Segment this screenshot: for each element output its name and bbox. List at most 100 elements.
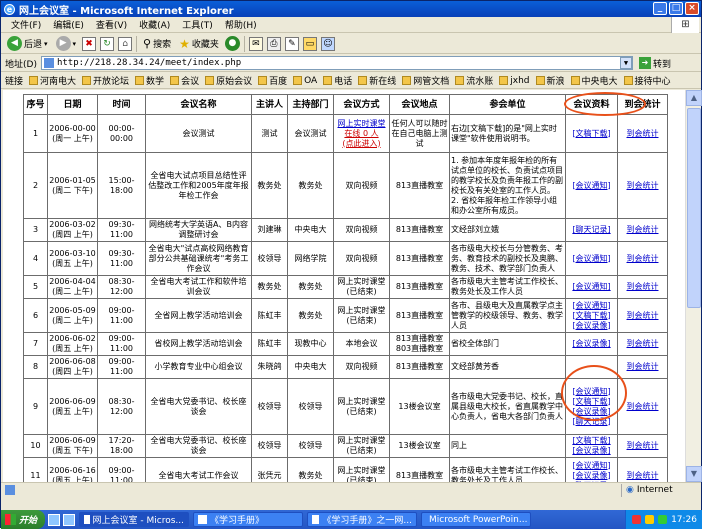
row-units: 同上 (449, 434, 566, 458)
row-stat: 到会统计 (617, 298, 668, 333)
row-speaker: 校领导 (251, 378, 288, 435)
row-units: 各市级电大主管考试工作校长、教务处长及工作人员 (449, 457, 566, 482)
search-button[interactable]: ⚲ 搜索 (141, 37, 173, 50)
start-button[interactable]: 开始 (1, 510, 46, 529)
scroll-up-icon[interactable]: ▲ (686, 90, 702, 106)
link-item[interactable]: 开放论坛 (82, 74, 129, 87)
home-icon[interactable]: ⌂ (118, 36, 133, 51)
live-class-link[interactable]: 网上实时课堂 (335, 119, 388, 129)
edit-icon[interactable]: ✎ (284, 36, 299, 51)
enter-live-link[interactable]: 在线 0 人 (335, 129, 388, 139)
doc-link[interactable]: [会议录像] (567, 339, 616, 349)
taskbar-item[interactable]: Microsoft PowerPoin... (421, 512, 532, 527)
attendance-stat-link[interactable]: 到会统计 (627, 129, 659, 138)
attendance-stat-link[interactable]: 到会统计 (627, 282, 659, 291)
enter-live-link[interactable]: (点此进入) (335, 139, 388, 149)
link-item[interactable]: 电话 (323, 74, 352, 87)
menu-file[interactable]: 文件(F) (5, 18, 47, 31)
row-docs: [聊天记录] (565, 218, 618, 242)
link-item[interactable]: 数学 (135, 74, 164, 87)
link-item[interactable]: 流水账 (455, 74, 493, 87)
doc-link[interactable]: [文稿下载] (567, 311, 616, 321)
doc-link[interactable]: [会议录像] (567, 446, 616, 456)
doc-link[interactable]: [会议通知] (567, 301, 616, 311)
doc-link[interactable]: [会议通知] (567, 282, 616, 292)
link-item[interactable]: OA (293, 76, 317, 86)
menu-bar: 文件(F) 编辑(E) 查看(V) 收藏(A) 工具(T) 帮助(H) (1, 17, 701, 33)
minimize-button[interactable]: _ (653, 2, 667, 15)
doc-link[interactable]: [会议通知] (567, 461, 616, 471)
doc-link[interactable]: [会议通知] (567, 254, 616, 264)
link-item[interactable]: 原始会议 (205, 74, 252, 87)
go-button[interactable]: ➜ 转到 (638, 57, 671, 70)
mail-icon[interactable]: ✉ (248, 36, 263, 51)
stop-icon[interactable]: ✖ (82, 36, 97, 51)
doc-link[interactable]: [会议录像] (567, 321, 616, 331)
link-item[interactable]: 百度 (258, 74, 287, 87)
clock: 17:26 (671, 514, 697, 525)
doc-link[interactable]: [聊天记录] (567, 225, 616, 235)
link-item[interactable]: 接待中心 (623, 74, 671, 87)
row-date: 2006-03-02 (周四 上午) (47, 218, 98, 242)
vertical-scrollbar[interactable]: ▲ ▼ (685, 90, 702, 482)
link-item[interactable]: 新在线 (358, 74, 396, 87)
link-item[interactable]: 会议 (170, 74, 199, 87)
favorites-button[interactable]: ★ 收藏夹 (177, 37, 221, 51)
quicklaunch-icon[interactable] (48, 513, 61, 526)
row-date: 2006-00-00 (周一 上午) (47, 114, 98, 153)
attendance-stat-link[interactable]: 到会统计 (627, 402, 659, 411)
row-docs: [会议录像] (565, 332, 618, 356)
address-input[interactable]: http://218.28.34.24/meet/index.php ▼ (40, 56, 633, 70)
taskbar-item[interactable]: 《学习手册》之一网... (307, 512, 418, 527)
attendance-stat-link[interactable]: 到会统计 (627, 311, 659, 320)
row-time: 09:00-11:00 (97, 457, 146, 482)
close-button[interactable]: × (685, 2, 699, 15)
link-item[interactable]: 网管文档 (402, 74, 449, 87)
row-units: 文经部刘立娥 (449, 218, 566, 242)
doc-link[interactable]: [会议录像] (567, 471, 616, 481)
star-icon: ★ (179, 36, 190, 51)
row-dept: 现教中心 (287, 332, 334, 356)
attendance-stat-link[interactable]: 到会统计 (627, 254, 659, 263)
link-item[interactable]: 河南电大 (29, 74, 76, 87)
menu-favorites[interactable]: 收藏(A) (133, 18, 176, 31)
attendance-stat-link[interactable]: 到会统计 (627, 225, 659, 234)
doc-link[interactable]: [文稿下载] (567, 436, 616, 446)
row-mode: 网上实时课堂 (已结束) (333, 298, 390, 333)
attendance-stat-link[interactable]: 到会统计 (627, 181, 659, 190)
back-button[interactable]: ◀ 后退 ▾ (5, 36, 50, 51)
tray-icon[interactable] (645, 515, 655, 524)
column-header: 参会单位 (449, 94, 566, 115)
attendance-stat-link[interactable]: 到会统计 (627, 471, 659, 480)
link-item[interactable]: 中央电大 (570, 74, 618, 87)
taskbar-item[interactable]: 网上会议室 - Micros... (79, 512, 190, 527)
tray-icon[interactable] (632, 515, 642, 524)
messenger-icon[interactable]: ☺ (320, 36, 335, 51)
taskbar-item[interactable]: 《学习手册》 (193, 512, 304, 527)
link-item[interactable]: 新浪 (535, 74, 565, 87)
menu-edit[interactable]: 编辑(E) (47, 18, 90, 31)
link-item[interactable]: jxhd (499, 76, 530, 86)
menu-tools[interactable]: 工具(T) (176, 18, 219, 31)
attendance-stat-link[interactable]: 到会统计 (627, 339, 659, 348)
row-docs: [文稿下载] [会议录像] (565, 434, 618, 458)
maximize-button[interactable]: □ (669, 2, 683, 15)
scroll-thumb[interactable] (687, 108, 701, 308)
folder-icon[interactable]: ▭ (302, 36, 317, 51)
print-icon[interactable]: ⎙ (266, 36, 281, 51)
doc-link[interactable]: [文稿下载] (567, 129, 616, 139)
media-icon[interactable]: ● (224, 36, 240, 51)
quicklaunch-icon[interactable] (63, 513, 76, 526)
refresh-icon[interactable]: ↻ (100, 36, 115, 51)
scroll-down-icon[interactable]: ▼ (686, 466, 702, 482)
menu-help[interactable]: 帮助(H) (219, 18, 263, 31)
attendance-stat-link[interactable]: 到会统计 (627, 362, 659, 371)
mode-text: (已结束) (346, 406, 377, 416)
doc-link[interactable]: [会议通知] (567, 181, 616, 191)
menu-view[interactable]: 查看(V) (90, 18, 133, 31)
tray-icon[interactable] (658, 515, 668, 524)
forward-button[interactable]: ▶ ▾ (54, 36, 79, 51)
attendance-stat-link[interactable]: 到会统计 (627, 441, 659, 450)
row-number: 7 (23, 332, 48, 356)
address-dropdown-icon[interactable]: ▼ (619, 57, 632, 69)
